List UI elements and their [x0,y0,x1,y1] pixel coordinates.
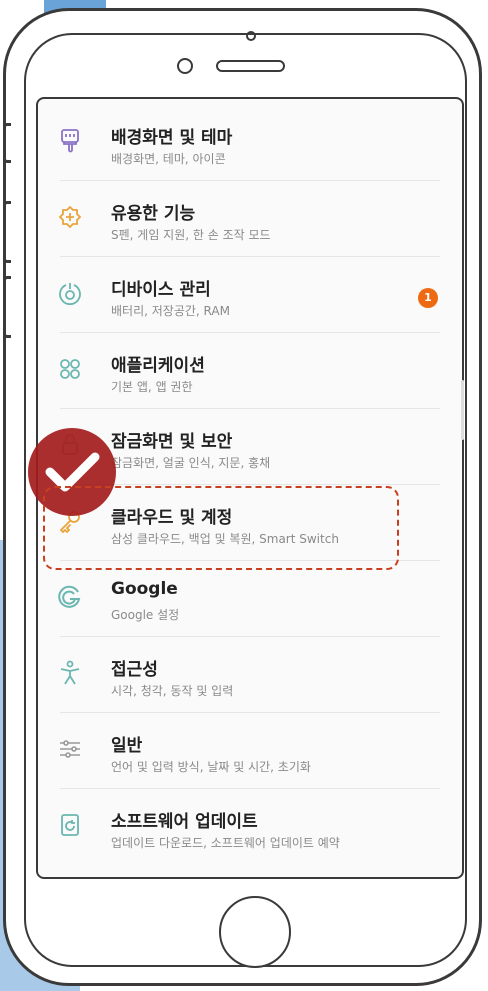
settings-item-subtitle: 언어 및 입력 방식, 날짜 및 시간, 초기화 [111,760,311,774]
settings-item-wallpaper[interactable]: 배경화면 및 테마 배경화면, 테마, 아이콘 [38,105,462,181]
settings-item-title: 잠금화면 및 보안 [111,432,233,452]
settings-item-subtitle: 배터리, 저장공간, RAM [111,304,230,318]
settings-item-title: 애플리케이션 [111,356,205,376]
puzzle-icon [56,203,84,231]
notification-badge: 1 [418,288,438,308]
settings-item-subtitle: 시각, 청각, 동작 및 입력 [111,684,234,698]
scrollbar[interactable] [461,380,464,440]
settings-item-title: Google [111,579,178,599]
side-button-bixby [3,123,11,163]
settings-item-device-care[interactable]: 디바이스 관리 배터리, 저장공간, RAM 1 [38,257,462,333]
settings-item-title: 소프트웨어 업데이트 [111,812,258,832]
settings-item-title: 배경화면 및 테마 [111,128,233,148]
sliders-icon [56,735,84,763]
settings-item-title: 유용한 기능 [111,204,196,224]
google-icon [56,583,84,611]
settings-item-google[interactable]: Google Google 설정 [38,561,462,637]
settings-item-subtitle: S펜, 게임 지원, 한 손 조작 모드 [111,228,271,242]
settings-item-subtitle: Google 설정 [111,608,180,622]
device-care-icon [56,279,84,307]
settings-item-advanced-features[interactable]: 유용한 기능 S펜, 게임 지원, 한 손 조작 모드 [38,181,462,257]
highlight-box [43,486,399,570]
side-button-volume-down [3,276,11,338]
paintbrush-icon [56,127,84,155]
home-button[interactable] [219,896,291,968]
settings-item-software-update[interactable]: 소프트웨어 업데이트 업데이트 다운로드, 소프트웨어 업데이트 예약 [38,789,462,865]
settings-item-title: 디바이스 관리 [111,280,211,300]
settings-item-general[interactable]: 일반 언어 및 입력 방식, 날짜 및 시간, 초기화 [38,713,462,789]
earpiece-speaker [216,60,285,72]
settings-item-subtitle: 업데이트 다운로드, 소프트웨어 업데이트 예약 [111,836,340,850]
settings-item-subtitle: 잠금화면, 얼굴 인식, 지문, 홍채 [111,456,271,470]
apps-grid-icon [56,355,84,383]
accessibility-icon [56,659,84,687]
proximity-sensor [246,31,256,41]
settings-item-title: 일반 [111,736,143,756]
settings-item-accessibility[interactable]: 접근성 시각, 청각, 동작 및 입력 [38,637,462,713]
settings-item-title: 접근성 [111,660,158,680]
settings-item-applications[interactable]: 애플리케이션 기본 앱, 앱 권한 [38,333,462,409]
side-button-volume-up [3,201,11,263]
front-camera [177,58,193,74]
settings-item-subtitle: 기본 앱, 앱 권한 [111,380,193,394]
update-icon [56,811,84,839]
settings-item-subtitle: 배경화면, 테마, 아이콘 [111,152,226,166]
